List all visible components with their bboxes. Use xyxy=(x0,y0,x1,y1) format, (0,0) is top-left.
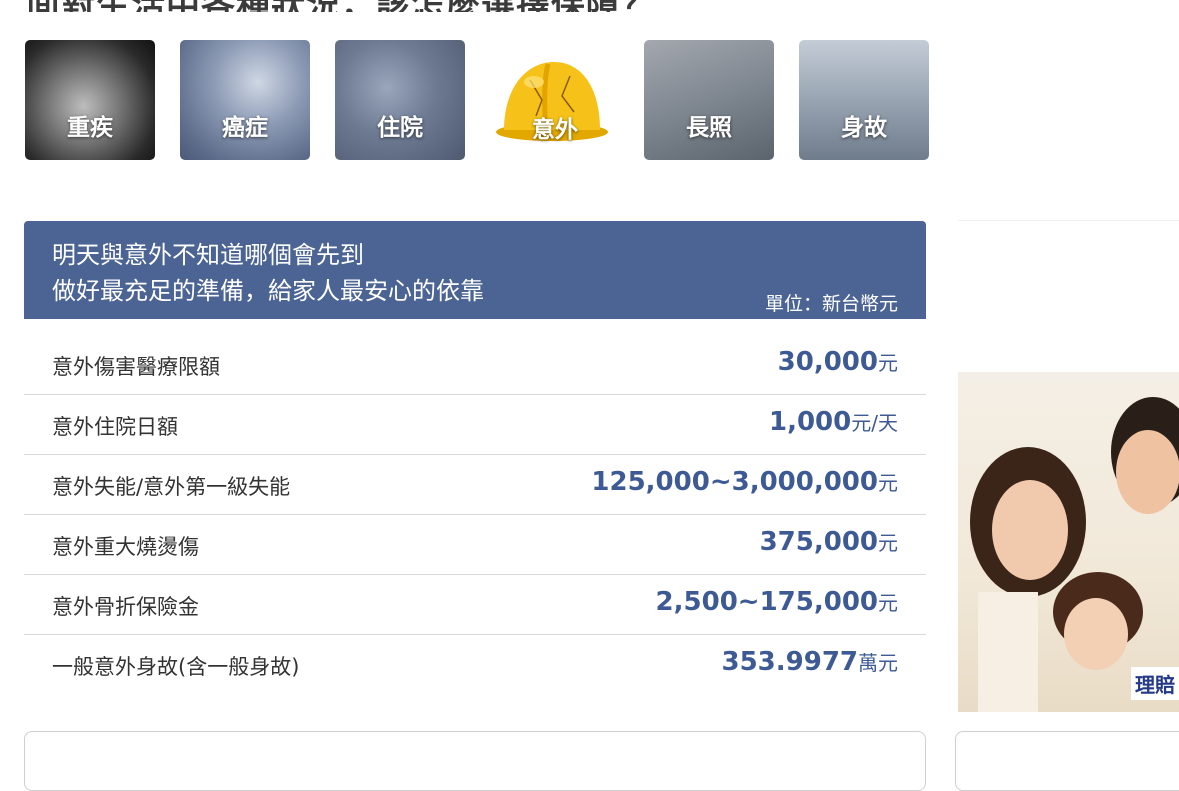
cells-photo-icon xyxy=(180,40,310,160)
coverage-value: 353.9977萬元 xyxy=(721,647,898,677)
family-banner-photo[interactable]: 理賠 xyxy=(958,372,1179,712)
coverage-table: 意外傷害醫療限額 30,000元 意外住院日額 1,000元/天 意外失能/意外… xyxy=(24,335,926,695)
family-hands-photo-icon xyxy=(799,40,929,160)
teddy-bear-photo-icon xyxy=(335,40,465,160)
bottom-panel-right xyxy=(955,731,1179,791)
bottom-panel xyxy=(24,731,926,791)
coverage-value: 1,000元/天 xyxy=(769,407,898,437)
coverage-name: 一般意外身故(含一般身故) xyxy=(52,655,300,679)
coverage-value: 2,500~175,000元 xyxy=(655,587,898,617)
coverage-name: 意外骨折保險金 xyxy=(52,595,199,619)
coverage-value: 30,000元 xyxy=(777,347,898,377)
table-row: 意外重大燒燙傷 375,000元 xyxy=(24,515,926,575)
category-tab-long-term-care[interactable]: 長照 xyxy=(644,40,774,160)
page-heading: 面對生活中各種狀況，該怎麼選擇保障？ xyxy=(26,0,926,12)
category-tab-accident[interactable]: 意外 xyxy=(490,40,620,160)
side-divider xyxy=(958,220,1179,221)
category-tab-hospitalization[interactable]: 住院 xyxy=(335,40,465,160)
table-row: 意外住院日額 1,000元/天 xyxy=(24,395,926,455)
category-tab-death[interactable]: 身故 xyxy=(799,40,929,160)
family-photo-icon xyxy=(970,397,1179,712)
hands-photo-icon xyxy=(644,40,774,160)
coverage-name: 意外失能/意外第一級失能 xyxy=(52,475,291,499)
coverage-name: 意外住院日額 xyxy=(52,415,178,439)
claims-badge: 理賠 xyxy=(1131,667,1179,700)
table-row: 意外失能/意外第一級失能 125,000~3,000,000元 xyxy=(24,455,926,515)
header-line-2: 做好最充足的準備，給家人最安心的依靠 xyxy=(52,277,484,305)
heart-photo-icon xyxy=(25,40,155,160)
header-line-1: 明天與意外不知道哪個會先到 xyxy=(52,241,364,269)
category-tab-critical-illness[interactable]: 重疾 xyxy=(25,40,155,160)
currency-unit: 單位：新台幣元 xyxy=(764,293,898,315)
table-row: 意外傷害醫療限額 30,000元 xyxy=(24,335,926,395)
table-row: 一般意外身故(含一般身故) 353.9977萬元 xyxy=(24,635,926,695)
coverage-name: 意外重大燒燙傷 xyxy=(52,535,199,559)
category-tabs: 重疾 癌症 住院 意外 長照 身故 xyxy=(25,40,930,160)
coverage-value: 125,000~3,000,000元 xyxy=(591,467,898,497)
coverage-name: 意外傷害醫療限額 xyxy=(52,355,220,379)
coverage-card-header: 明天與意外不知道哪個會先到 做好最充足的準備，給家人最安心的依靠 單位：新台幣元 xyxy=(24,221,926,319)
category-tab-cancer[interactable]: 癌症 xyxy=(180,40,310,160)
coverage-value: 375,000元 xyxy=(759,527,898,557)
table-row: 意外骨折保險金 2,500~175,000元 xyxy=(24,575,926,635)
